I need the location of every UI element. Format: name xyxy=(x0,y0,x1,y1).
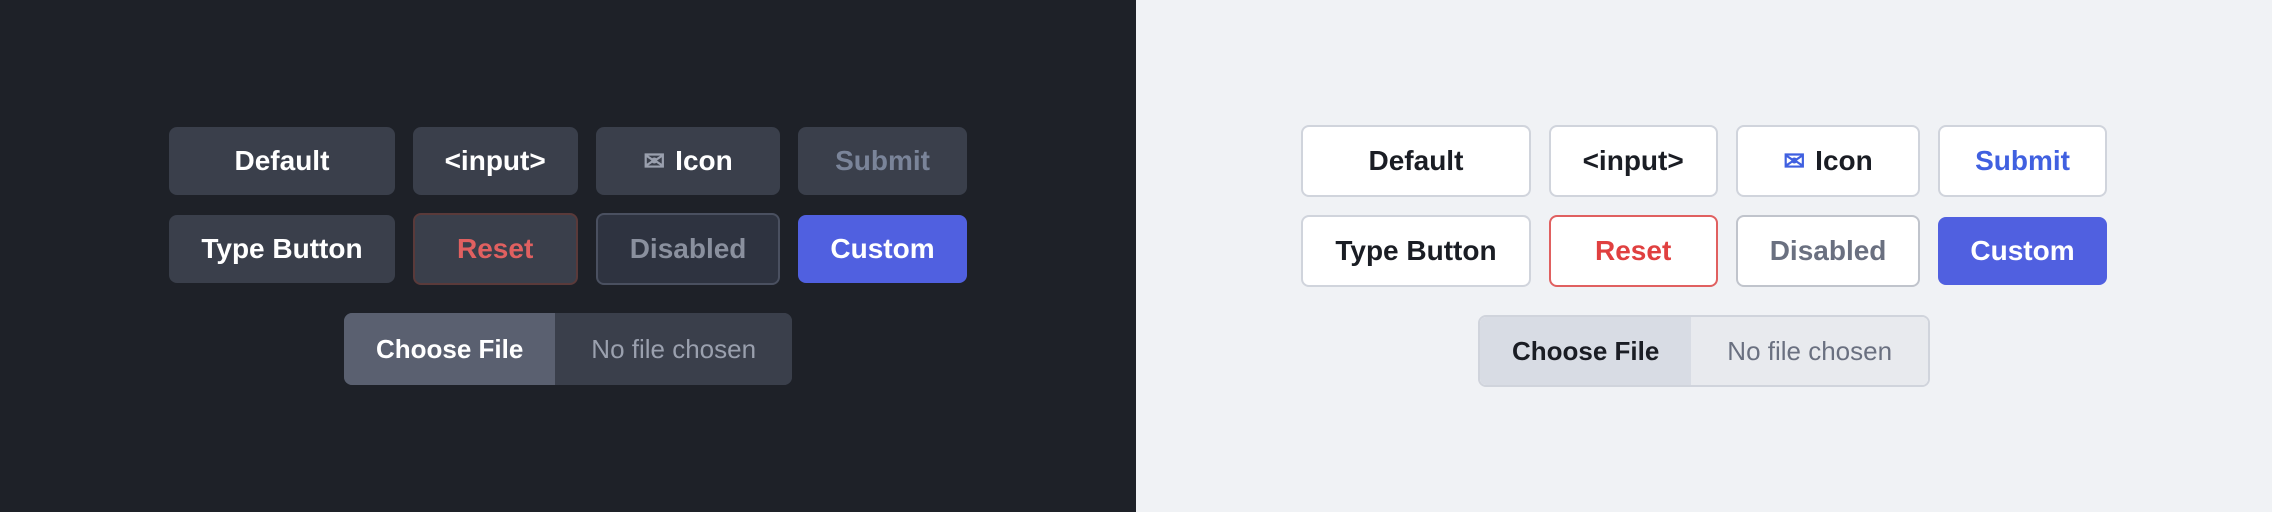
light-no-file-label: No file chosen xyxy=(1691,317,1928,385)
dark-no-file-label: No file chosen xyxy=(555,313,792,385)
dark-input-button[interactable]: <input> xyxy=(413,127,578,195)
dark-panel: Default <input> ✉ Icon Submit Type Butto… xyxy=(0,0,1136,512)
dark-reset-label: Reset xyxy=(457,233,533,265)
dark-disabled-label: Disabled xyxy=(630,233,747,265)
light-choose-file-button[interactable]: Choose File xyxy=(1480,317,1691,385)
dark-choose-file-label: Choose File xyxy=(376,334,523,365)
dark-type-button-label: Type Button xyxy=(201,233,362,265)
dark-submit-label: Submit xyxy=(835,145,930,177)
light-reset-label: Reset xyxy=(1595,235,1671,267)
light-icon-button[interactable]: ✉ Icon xyxy=(1736,125,1921,197)
dark-default-label: Default xyxy=(235,145,330,177)
light-input-label: <input> xyxy=(1583,145,1684,177)
light-custom-button[interactable]: Custom xyxy=(1938,217,2106,285)
light-type-button-label: Type Button xyxy=(1335,235,1496,267)
dark-submit-button[interactable]: Submit xyxy=(798,127,966,195)
dark-reset-button[interactable]: Reset xyxy=(413,213,578,285)
dark-type-button[interactable]: Type Button xyxy=(169,215,394,283)
light-type-button[interactable]: Type Button xyxy=(1301,215,1530,287)
dark-default-button[interactable]: Default xyxy=(169,127,394,195)
mail-icon-light: ✉ xyxy=(1783,146,1805,177)
dark-button-grid: Default <input> ✉ Icon Submit Type Butto… xyxy=(169,127,966,285)
light-custom-label: Custom xyxy=(1970,235,2074,267)
dark-file-input[interactable]: Choose File No file chosen xyxy=(344,313,792,385)
dark-custom-label: Custom xyxy=(830,233,934,265)
light-file-input[interactable]: Choose File No file chosen xyxy=(1478,315,1930,387)
light-button-grid: Default <input> ✉ Icon Submit Type Butto… xyxy=(1301,125,2106,287)
dark-input-label: <input> xyxy=(445,145,546,177)
light-icon-label: Icon xyxy=(1815,145,1873,177)
light-default-button[interactable]: Default xyxy=(1301,125,1530,197)
light-panel: Default <input> ✉ Icon Submit Type Butto… xyxy=(1136,0,2272,512)
light-disabled-label: Disabled xyxy=(1770,235,1887,267)
dark-disabled-button[interactable]: Disabled xyxy=(596,213,781,285)
light-submit-button[interactable]: Submit xyxy=(1938,125,2106,197)
dark-choose-file-button[interactable]: Choose File xyxy=(344,313,555,385)
dark-icon-label: Icon xyxy=(675,145,733,177)
light-input-button[interactable]: <input> xyxy=(1549,125,1718,197)
dark-custom-button[interactable]: Custom xyxy=(798,215,966,283)
light-default-label: Default xyxy=(1369,145,1464,177)
light-reset-button[interactable]: Reset xyxy=(1549,215,1718,287)
mail-icon: ✉ xyxy=(643,146,665,177)
dark-icon-button[interactable]: ✉ Icon xyxy=(596,127,781,195)
light-submit-label: Submit xyxy=(1975,145,2070,177)
light-choose-file-label: Choose File xyxy=(1512,336,1659,367)
light-disabled-button[interactable]: Disabled xyxy=(1736,215,1921,287)
